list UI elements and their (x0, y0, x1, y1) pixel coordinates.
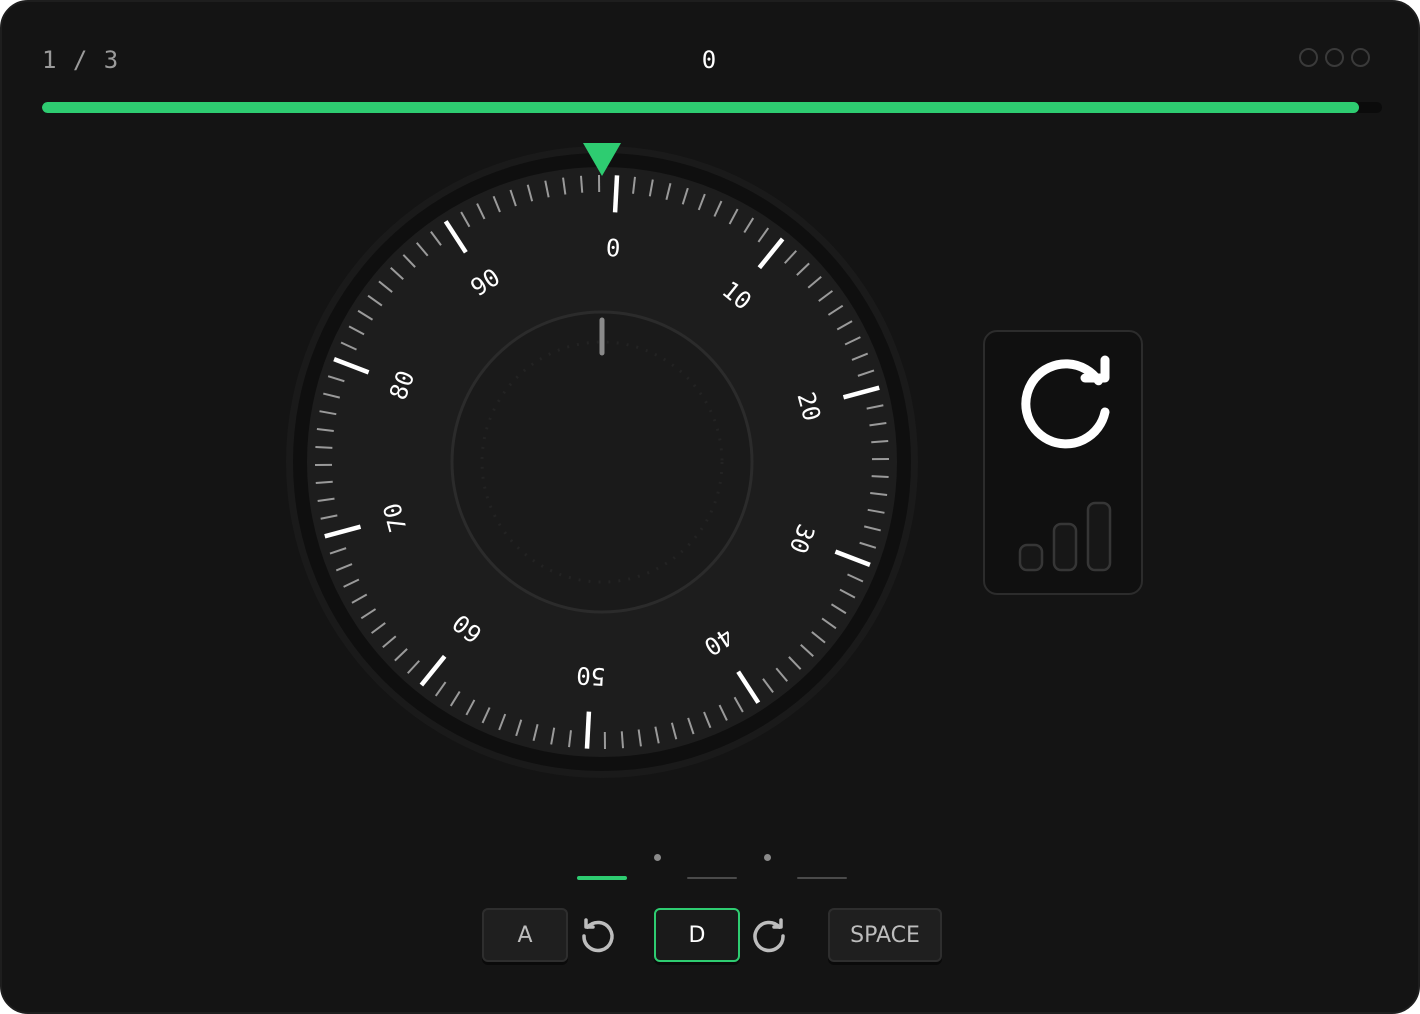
step-separator-dot (654, 854, 661, 861)
combination-step-1 (577, 876, 627, 880)
current-dial-reading: 0 (701, 46, 717, 74)
time-progress-track (42, 102, 1382, 113)
combination-step-3 (797, 877, 847, 879)
step-separator-dot (764, 854, 771, 861)
dial-minor-tick (315, 480, 333, 485)
dial-minor-tick (871, 475, 889, 479)
menu-dot-3[interactable] (1351, 48, 1370, 67)
dial-rotor[interactable]: 0102030405060708090 (307, 167, 897, 757)
dial-minor-tick (579, 175, 584, 193)
dial-label-0: 0 (605, 234, 621, 263)
time-progress-fill (42, 102, 1360, 113)
dial-major-tick (584, 711, 592, 749)
stage-counter: 1 / 3 (42, 46, 120, 74)
dial-minor-tick (620, 731, 625, 749)
dial-center-knob (450, 310, 754, 614)
rotate-right-key-d[interactable]: D (654, 908, 740, 962)
confirm-key-space[interactable]: SPACE (828, 908, 942, 962)
rotate-clockwise-icon (753, 918, 785, 953)
combination-steps (577, 850, 847, 890)
rotate-left-key-a[interactable]: A (482, 908, 568, 962)
game-window: 1 / 3 0 0 10 20 30 40 50 60 70 80 90 A D… (0, 0, 1420, 1014)
dial-major-tick (612, 175, 620, 213)
combination-step-2 (687, 877, 737, 879)
dial-minor-tick (315, 445, 333, 449)
menu-dot-2[interactable] (1325, 48, 1344, 67)
combination-dial[interactable]: 0102030405060708090 (282, 137, 922, 787)
rotate-counterclockwise-icon (582, 918, 614, 953)
reset-button[interactable] (983, 330, 1143, 595)
menu-dot-1[interactable] (1299, 48, 1318, 67)
signal-bars-icon (1018, 501, 1112, 572)
reset-icon (1021, 355, 1110, 449)
dial-label-50: 50 (576, 661, 606, 690)
window-menu-dots (1299, 48, 1370, 67)
dial-minor-tick (871, 439, 889, 444)
